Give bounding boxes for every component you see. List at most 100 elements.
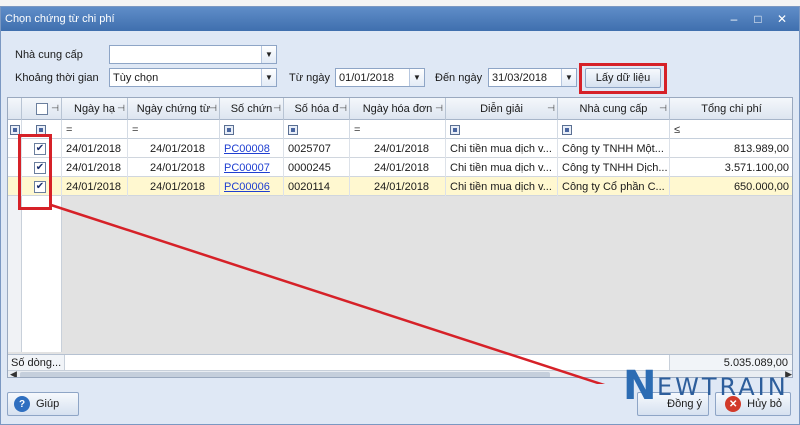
from-date-value: 01/01/2018 [339, 71, 395, 84]
help-icon: ? [14, 396, 30, 412]
col-label: Ngày hóa đơn [362, 103, 433, 115]
filter-col-3[interactable] [284, 120, 350, 139]
close-icon[interactable]: ✕ [775, 13, 789, 25]
header-col-7[interactable]: Tổng chi phí [670, 98, 792, 120]
row-checkbox[interactable]: ✔ [34, 180, 46, 193]
from-date-field[interactable]: 01/01/2018 ▼ [335, 68, 425, 87]
filter-col-6[interactable] [558, 120, 670, 139]
logo-letter: N [623, 363, 657, 409]
cell-total-cost: 650.000,00 [670, 177, 792, 196]
help-button[interactable]: ? Giúp [7, 392, 79, 416]
select-all-checkbox[interactable] [35, 103, 48, 115]
cell-voucher-no[interactable]: PC00006 [220, 177, 284, 196]
period-value: Tùy chọn [113, 71, 159, 84]
filter-col-5[interactable] [446, 120, 558, 139]
header-col-5[interactable]: Diễn giải ⊣ [446, 98, 558, 120]
filter-icon[interactable] [288, 124, 298, 135]
filter-icon[interactable] [224, 124, 234, 135]
table-row[interactable]: ✔ 24/01/2018 24/01/2018 PC00007 0000245 … [8, 158, 792, 177]
header-col-0[interactable]: Ngày hạ ⊣ [62, 98, 128, 120]
cell-invoice-date: 24/01/2018 [350, 139, 446, 158]
filter-col-1[interactable]: = [128, 120, 220, 139]
logo-text: EWTRAIN [657, 373, 789, 401]
row-select-cell[interactable]: ✔ [22, 139, 62, 158]
pin-icon[interactable]: ⊣ [117, 103, 125, 114]
cell-description: Chi tiền mua dịch v... [446, 158, 558, 177]
col-label: Ngày chứng từ [136, 103, 211, 115]
pin-icon[interactable]: ⊣ [339, 103, 347, 114]
pin-icon[interactable]: ⊣ [273, 103, 281, 114]
header-select-all[interactable]: ⊣ [22, 98, 62, 120]
to-date-value: 31/03/2018 [492, 71, 548, 84]
cell-voucher-date: 24/01/2018 [128, 177, 220, 196]
filter-col-0[interactable]: = [62, 120, 128, 139]
chevron-down-icon[interactable]: ▼ [261, 46, 276, 63]
supplier-label: Nhà cung cấp [15, 49, 83, 61]
fetch-data-button[interactable]: Lấy dữ liệu [585, 68, 661, 88]
filter-col-2[interactable] [220, 120, 284, 139]
cell-description: Chi tiền mua dịch v... [446, 177, 558, 196]
dialog-window: Chọn chứng từ chi phí – □ ✕ Nhà cung cấp… [0, 6, 800, 425]
cell-posting-date: 24/01/2018 [62, 177, 128, 196]
cell-voucher-no[interactable]: PC00007 [220, 158, 284, 177]
voucher-link[interactable]: PC00006 [224, 181, 270, 193]
header-col-3[interactable]: Số hóa đ ⊣ [284, 98, 350, 120]
select-column-empty [22, 196, 62, 352]
table-row[interactable]: ✔ 24/01/2018 24/01/2018 PC00008 0025707 … [8, 139, 792, 158]
cell-invoice-no: 0000245 [284, 158, 350, 177]
filter-col-4[interactable]: = [350, 120, 446, 139]
row-select-cell[interactable]: ✔ [22, 158, 62, 177]
header-col-6[interactable]: Nhà cung cấp ⊣ [558, 98, 670, 120]
col-label: Ngày hạ [74, 103, 115, 115]
voucher-grid: ⊣ Ngày hạ ⊣ Ngày chứng từ ⊣ Số chứn ⊣ Số hó… [7, 97, 793, 378]
chevron-down-icon[interactable]: ▼ [561, 69, 576, 86]
row-select-cell[interactable]: ✔ [22, 177, 62, 196]
scroll-thumb[interactable] [20, 372, 550, 377]
grid-header: ⊣ Ngày hạ ⊣ Ngày chứng từ ⊣ Số chứn ⊣ Số hó… [8, 98, 792, 120]
voucher-link[interactable]: PC00007 [224, 162, 270, 174]
filter-icon[interactable] [450, 124, 460, 135]
chevron-down-icon[interactable]: ▼ [409, 69, 424, 86]
cell-total-cost: 3.571.100,00 [670, 158, 792, 177]
header-col-2[interactable]: Số chứn ⊣ [220, 98, 284, 120]
cell-supplier: Công ty TNHH Một... [558, 139, 670, 158]
col-label: Tổng chi phí [701, 103, 762, 115]
help-label: Giúp [36, 398, 60, 410]
pin-icon[interactable]: ⊣ [659, 103, 667, 114]
to-date-label: Đến ngày [435, 72, 483, 84]
voucher-link[interactable]: PC00008 [224, 143, 270, 155]
pin-icon[interactable]: ⊣ [51, 103, 59, 114]
minimize-icon[interactable]: – [727, 13, 741, 25]
cell-supplier: Công ty Cổ phần C... [558, 177, 670, 196]
filter-icon[interactable] [10, 124, 20, 135]
to-date-field[interactable]: 31/03/2018 ▼ [488, 68, 577, 87]
window-title: Chọn chứng từ chi phí [5, 13, 115, 25]
footer-blank [64, 355, 670, 370]
pin-icon[interactable]: ⊣ [209, 103, 217, 114]
row-indicator [8, 158, 22, 177]
table-row[interactable]: ✔ 24/01/2018 24/01/2018 PC00006 0020114 … [8, 177, 792, 196]
cell-invoice-no: 0020114 [284, 177, 350, 196]
supplier-combo[interactable]: ▼ [109, 45, 277, 64]
pin-icon[interactable]: ⊣ [435, 103, 443, 114]
filter-icon[interactable] [36, 124, 46, 135]
scroll-left-icon[interactable]: ◀ [10, 369, 17, 377]
title-bar: Chọn chứng từ chi phí – □ ✕ [1, 7, 799, 31]
cell-voucher-no[interactable]: PC00008 [220, 139, 284, 158]
filter-col-7[interactable]: ≤ [670, 120, 792, 139]
cell-posting-date: 24/01/2018 [62, 158, 128, 177]
cell-invoice-no: 0025707 [284, 139, 350, 158]
header-col-4[interactable]: Ngày hóa đơn ⊣ [350, 98, 446, 120]
cell-posting-date: 24/01/2018 [62, 139, 128, 158]
pin-icon[interactable]: ⊣ [547, 103, 555, 114]
newtrain-logo: N EWTRAIN [623, 363, 791, 409]
period-combo[interactable]: Tùy chọn ▼ [109, 68, 277, 87]
row-checkbox[interactable]: ✔ [34, 161, 46, 174]
filter-select[interactable] [22, 120, 62, 139]
row-checkbox[interactable]: ✔ [34, 142, 46, 155]
chevron-down-icon[interactable]: ▼ [261, 69, 276, 86]
maximize-icon[interactable]: □ [751, 13, 765, 25]
filter-icon[interactable] [562, 124, 572, 135]
header-col-1[interactable]: Ngày chứng từ ⊣ [128, 98, 220, 120]
from-date-label: Từ ngày [289, 72, 330, 84]
